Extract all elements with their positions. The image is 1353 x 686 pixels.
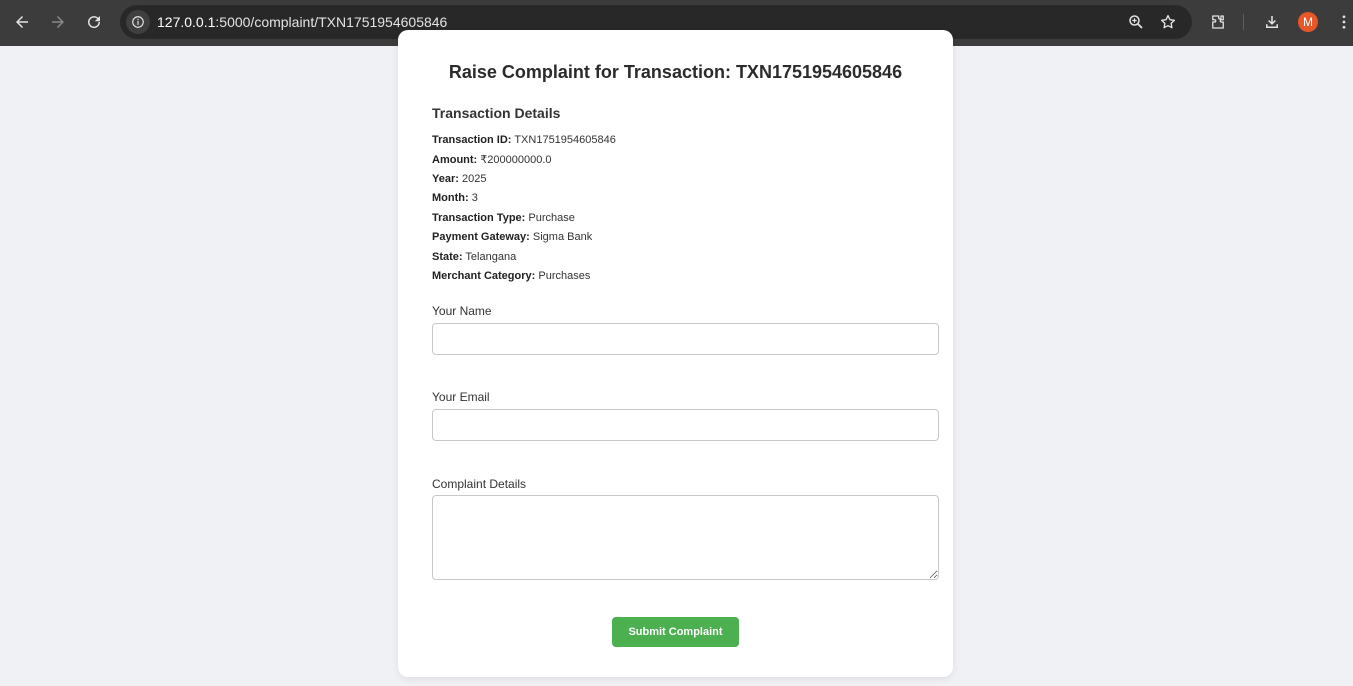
forward-icon[interactable] xyxy=(46,10,70,34)
site-info-icon[interactable] xyxy=(126,10,150,34)
detail-amount: Amount: ₹200000000.0 xyxy=(432,153,552,166)
detail-label: Transaction Type: xyxy=(432,212,526,224)
download-icon[interactable] xyxy=(1261,11,1283,33)
detail-label: Payment Gateway: xyxy=(432,231,530,243)
name-label: Your Name xyxy=(432,304,492,318)
detail-value: ₹200000000.0 xyxy=(480,154,552,166)
bookmark-star-icon[interactable] xyxy=(1157,11,1179,33)
transaction-details-heading: Transaction Details xyxy=(432,105,561,121)
detail-label: State: xyxy=(432,251,463,263)
detail-value: Purchase xyxy=(528,212,575,224)
detail-label: Transaction ID: xyxy=(432,134,512,146)
email-input[interactable] xyxy=(432,409,939,441)
detail-value: Purchases xyxy=(538,270,591,282)
email-label: Your Email xyxy=(432,390,490,404)
detail-label: Amount: xyxy=(432,154,478,166)
detail-merchant-category: Merchant Category: Purchases xyxy=(432,270,590,282)
menu-kebab-icon[interactable] xyxy=(1333,11,1353,33)
detail-value: Sigma Bank xyxy=(532,231,593,243)
zoom-icon[interactable] xyxy=(1125,11,1147,33)
detail-value: 2025 xyxy=(461,173,487,185)
detail-value: TXN1751954605846 xyxy=(514,134,616,146)
complaint-details-textarea[interactable] xyxy=(432,495,939,580)
complaint-card: Raise Complaint for Transaction: TXN1751… xyxy=(398,30,953,677)
detail-value: 3 xyxy=(471,192,478,204)
detail-year: Year: 2025 xyxy=(432,173,486,185)
submit-complaint-button[interactable]: Submit Complaint xyxy=(612,617,739,647)
detail-value: Telangana xyxy=(465,251,517,263)
detail-label: Month: xyxy=(432,192,469,204)
url-host: 127.0.0.1 xyxy=(157,14,216,30)
complaint-details-label: Complaint Details xyxy=(432,477,527,491)
detail-state: State: Telangana xyxy=(432,251,516,263)
name-input[interactable] xyxy=(432,323,939,355)
reload-icon[interactable] xyxy=(82,10,106,34)
detail-transaction-id: Transaction ID: TXN1751954605846 xyxy=(432,134,616,146)
page-title: Raise Complaint for Transaction: TXN1751… xyxy=(448,62,903,82)
back-icon[interactable] xyxy=(10,10,34,34)
toolbar-divider xyxy=(1243,14,1244,30)
detail-transaction-type: Transaction Type: Purchase xyxy=(432,212,575,224)
extensions-icon[interactable] xyxy=(1207,11,1229,33)
detail-label: Merchant Category: xyxy=(432,270,536,282)
detail-label: Year: xyxy=(432,173,459,185)
detail-payment-gateway: Payment Gateway: Sigma Bank xyxy=(432,231,592,243)
detail-month: Month: 3 xyxy=(432,192,478,204)
url-path: :5000/complaint/TXN1751954605846 xyxy=(215,14,448,30)
url-text[interactable]: 127.0.0.1:5000/complaint/TXN175195460584… xyxy=(157,14,447,30)
profile-avatar[interactable]: M xyxy=(1298,12,1318,32)
